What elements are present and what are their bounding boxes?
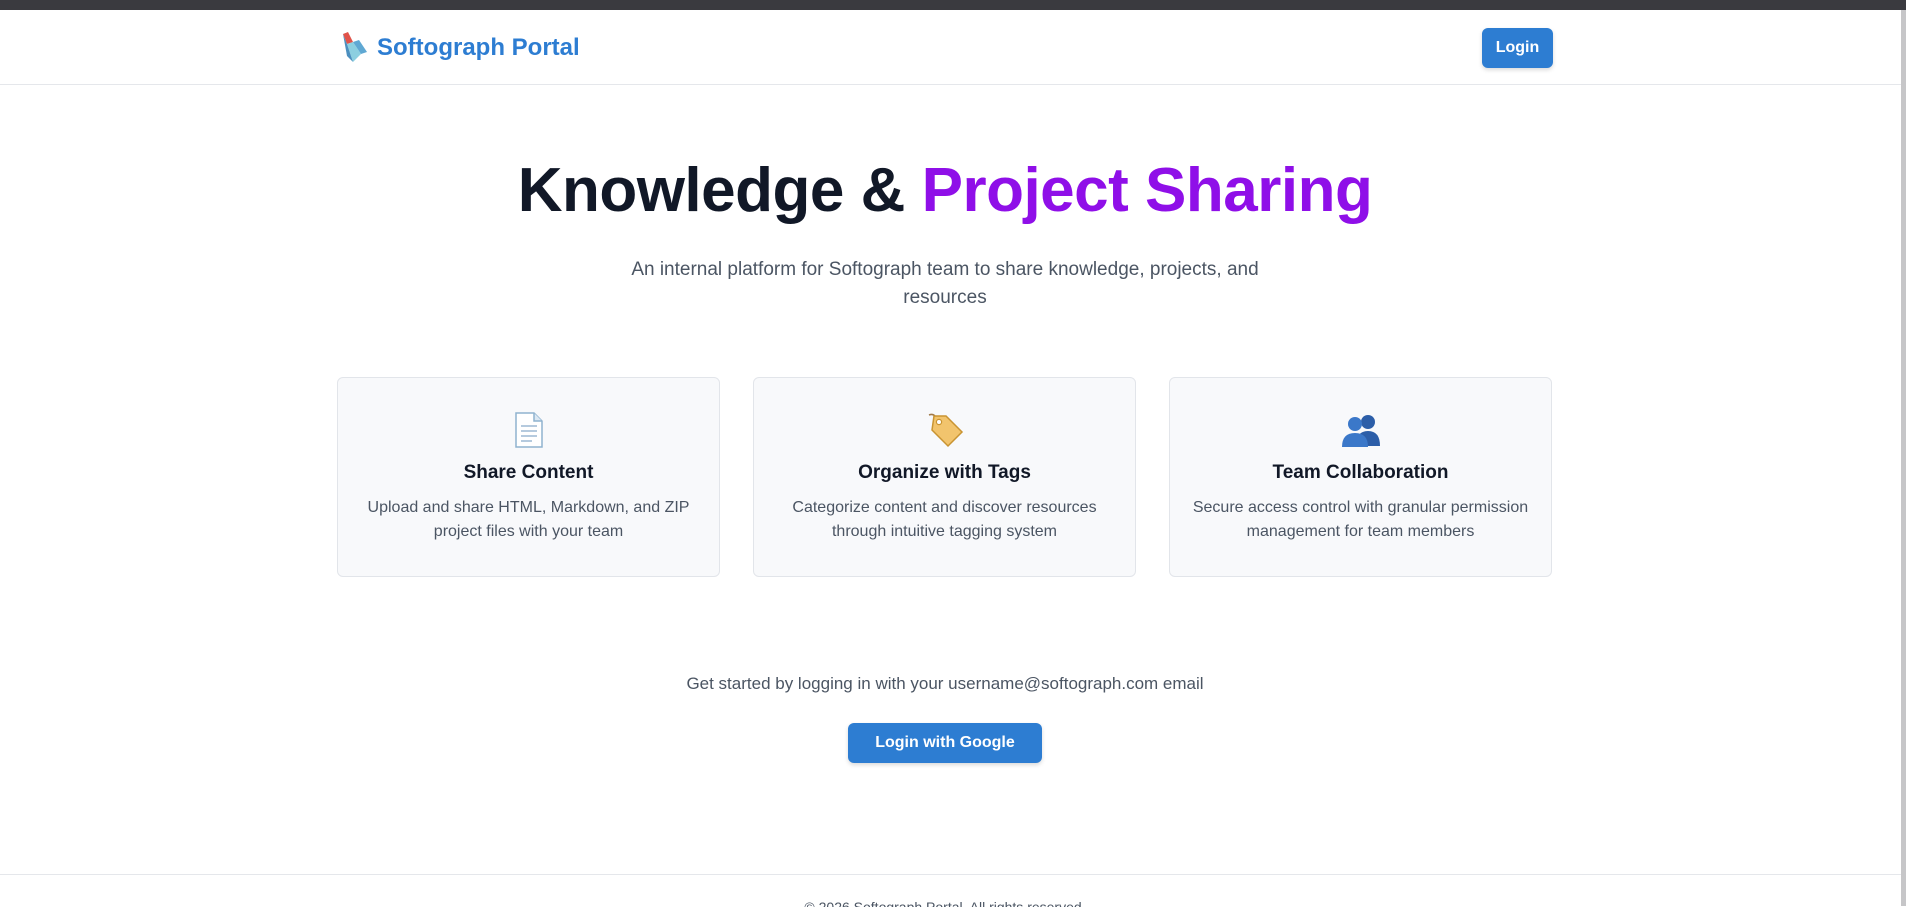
people-icon — [1341, 415, 1380, 447]
feature-title: Share Content — [463, 462, 594, 483]
site-footer: © 2026 Softograph Portal. All rights res… — [0, 874, 1901, 907]
feature-card-share-content: Share Content Upload and share HTML, Mar… — [337, 377, 720, 577]
hero-title: Knowledge & Project Sharing — [0, 155, 1890, 226]
brand[interactable]: Softograph Portal — [337, 32, 580, 64]
feature-description: Categorize content and discover resource… — [792, 499, 1097, 540]
hero-subtitle: An internal platform for Softograph team… — [631, 259, 1259, 308]
feature-description: Upload and share HTML, Markdown, and ZIP… — [367, 499, 690, 540]
feature-title: Organize with Tags — [858, 462, 1031, 483]
login-button[interactable]: Login — [1482, 28, 1553, 68]
browser-top-strip — [0, 0, 1906, 10]
feature-card-team-collaboration: Team Collaboration Secure access control… — [1169, 377, 1552, 577]
site-header: Softograph Portal Login — [0, 10, 1901, 85]
document-icon — [514, 412, 543, 448]
page-scrollbar[interactable] — [1901, 10, 1906, 906]
login-with-google-button[interactable]: Login with Google — [848, 723, 1042, 763]
login-instructions: Get started by logging in with your user… — [686, 674, 1204, 693]
tag-icon — [928, 413, 963, 448]
brand-name: Softograph Portal — [377, 34, 580, 61]
hero-title-accent: Project Sharing — [921, 156, 1373, 225]
feature-title: Team Collaboration — [1272, 462, 1449, 483]
softograph-logo-icon — [343, 32, 367, 62]
feature-description: Secure access control with granular perm… — [1192, 499, 1529, 540]
hero-title-main: Knowledge & — [517, 156, 922, 225]
feature-card-organize-tags: Organize with Tags Categorize content an… — [753, 377, 1136, 577]
